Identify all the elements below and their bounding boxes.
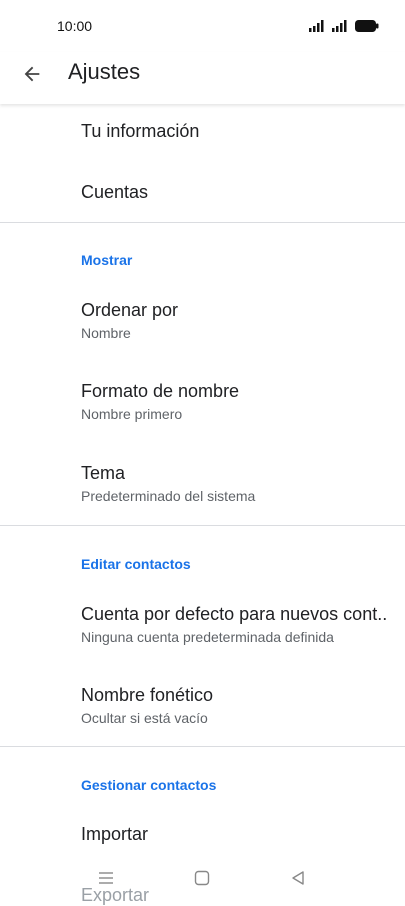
home-button[interactable] — [190, 866, 214, 890]
triangle-back-icon — [292, 871, 304, 885]
section-header-mostrar: Mostrar — [81, 252, 133, 268]
settings-item-nombre-fonetico[interactable]: Nombre fonético Ocultar si está vacío — [81, 685, 389, 726]
back-button[interactable] — [18, 60, 46, 88]
item-title: Tema — [81, 463, 126, 483]
settings-item-formato-nombre[interactable]: Formato de nombre Nombre primero — [81, 381, 389, 422]
item-title: Tu información — [81, 121, 200, 141]
settings-item-tu-informacion[interactable]: Tu información — [81, 121, 389, 142]
item-subtitle: Nombre — [81, 325, 131, 341]
navigation-bar — [0, 858, 405, 898]
menu-button[interactable] — [94, 866, 118, 890]
item-title: Cuentas — [81, 182, 149, 202]
back-nav-button[interactable] — [286, 866, 310, 890]
divider — [0, 746, 405, 747]
signal-icon — [332, 20, 347, 32]
item-title: Ordenar por — [81, 300, 179, 320]
settings-item-ordenar-por[interactable]: Ordenar por Nombre — [81, 300, 389, 341]
status-bar: 10:00 — [0, 0, 405, 52]
divider — [0, 525, 405, 526]
status-time: 10:00 — [57, 18, 93, 34]
settings-item-cuentas[interactable]: Cuentas — [81, 182, 389, 203]
section-header-gestionar-contactos: Gestionar contactos — [81, 777, 217, 793]
item-subtitle: Ocultar si está vacío — [81, 710, 208, 726]
item-subtitle: Nombre primero — [81, 406, 183, 422]
signal-icon — [309, 20, 324, 32]
item-title: Formato de nombre — [81, 381, 240, 401]
settings-item-tema[interactable]: Tema Predeterminado del sistema — [81, 463, 389, 504]
status-icons — [309, 20, 379, 32]
arrow-left-icon — [24, 66, 40, 82]
page-title: Ajustes — [68, 59, 141, 84]
item-subtitle: Predeterminado del sistema — [81, 488, 256, 504]
settings-item-importar[interactable]: Importar — [81, 824, 389, 845]
divider — [0, 222, 405, 223]
settings-item-cuenta-defecto[interactable]: Cuenta por defecto para nuevos cont.. Ni… — [81, 604, 389, 645]
battery-icon — [355, 20, 379, 32]
item-title: Nombre fonético — [81, 685, 214, 705]
section-header-editar-contactos: Editar contactos — [81, 556, 191, 572]
item-subtitle: Ninguna cuenta predeterminada definida — [81, 629, 334, 645]
item-title: Cuenta por defecto para nuevos cont.. — [81, 604, 388, 624]
menu-icon — [99, 872, 113, 884]
square-icon — [194, 870, 210, 886]
item-title: Importar — [81, 824, 149, 844]
app-bar: Ajustes — [0, 52, 405, 104]
